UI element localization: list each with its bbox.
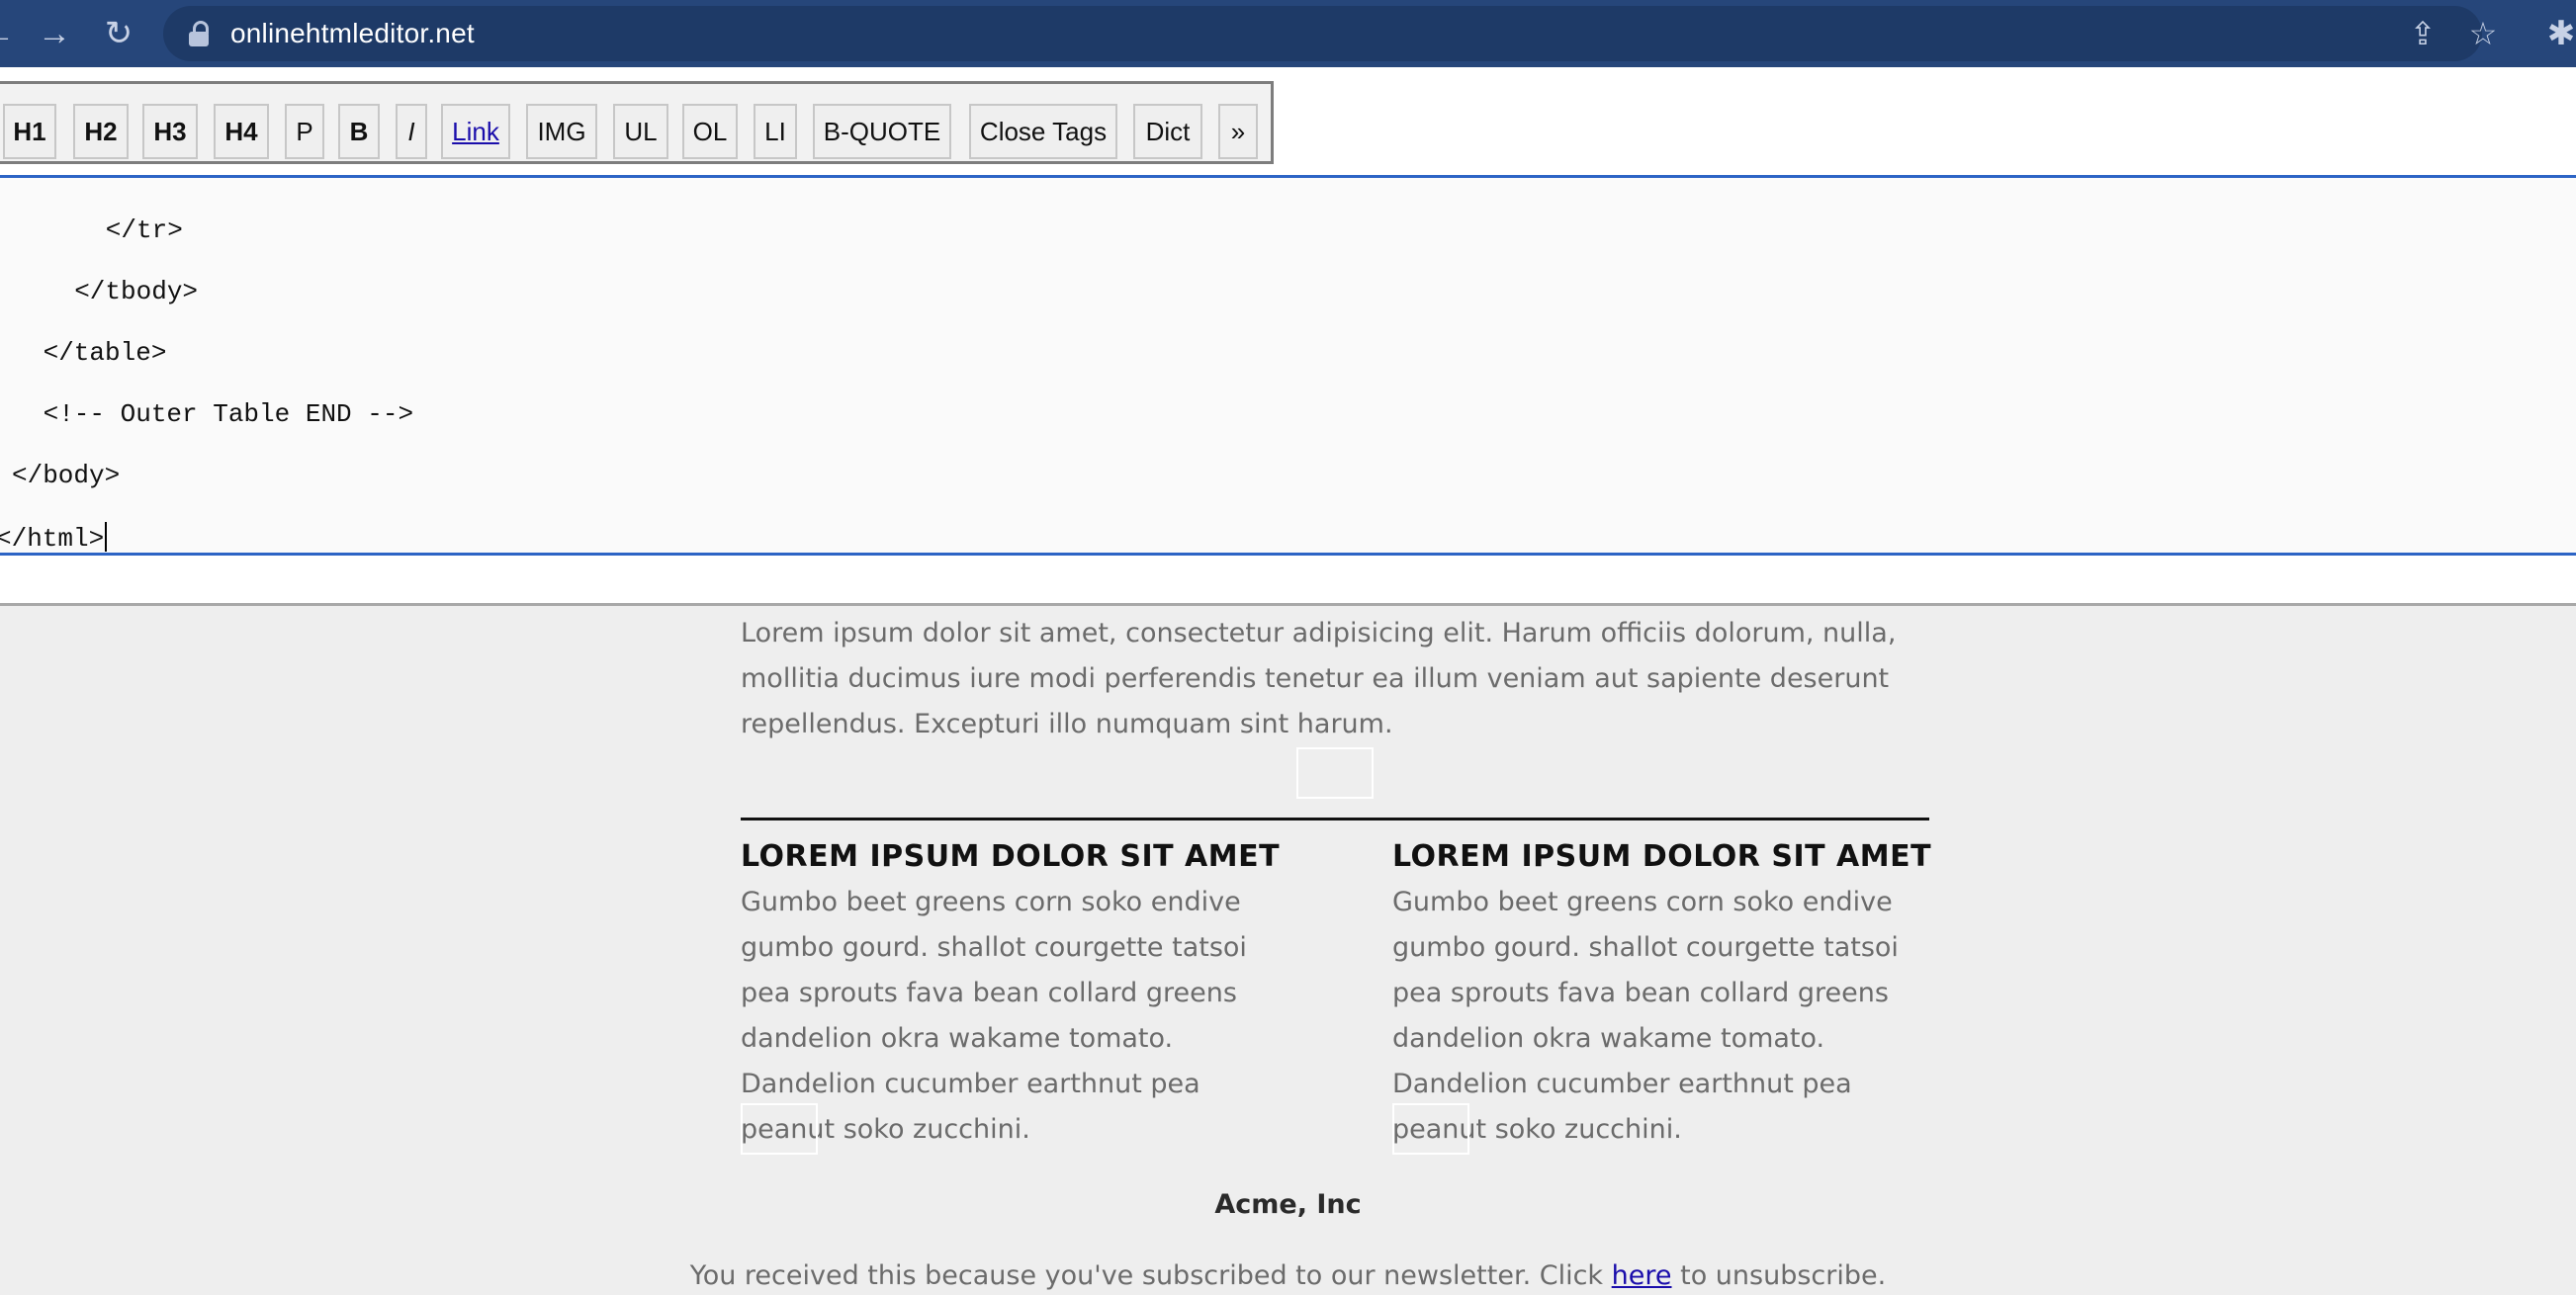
star-icon[interactable]: ☆ (2463, 14, 2503, 53)
back-arrow-icon[interactable]: ← (0, 12, 20, 55)
address-bar[interactable]: onlinehtmleditor.net ⇪ ☆ (163, 6, 2497, 61)
text-cursor (105, 522, 108, 552)
image-placeholder (1296, 747, 1374, 799)
ul-button[interactable]: UL (613, 104, 668, 159)
forward-arrow-icon[interactable]: → (33, 12, 76, 55)
browser-toolbar: ← → ↻ onlinehtmleditor.net ⇪ ☆ ✱ (0, 0, 2576, 67)
editor-toolbar: H1 H2 H3 H4 P B I Link IMG UL OL LI B-QU… (0, 81, 1274, 164)
unsubscribe-suffix: to unsubscribe. (1680, 1260, 1887, 1291)
h3-button[interactable]: H3 (142, 104, 198, 159)
lock-icon[interactable] (189, 21, 211, 46)
link-button[interactable]: Link (441, 104, 510, 159)
reload-icon[interactable]: ↻ (97, 12, 140, 55)
image-placeholder (741, 1103, 818, 1155)
unsubscribe-notice: You received this because you've subscri… (0, 1260, 2576, 1291)
code-line[interactable]: </body> (12, 461, 120, 490)
divider (741, 818, 1929, 820)
code-line[interactable]: </tr> (59, 216, 183, 245)
h4-button[interactable]: H4 (214, 104, 269, 159)
code-line[interactable]: <!-- Outer Table END --> (28, 399, 413, 429)
column-heading: LOREM IPSUM DOLOR SIT AMET (1392, 839, 1932, 874)
intro-paragraph: Lorem ipsum dolor sit amet, consectetur … (741, 618, 1897, 739)
column-body: Gumbo beet greens corn soko endive gumbo… (1392, 887, 1899, 1145)
company-name: Acme, Inc (1214, 1189, 1362, 1220)
blockquote-button[interactable]: B-QUOTE (813, 104, 951, 159)
url-text[interactable]: onlinehtmleditor.net (230, 18, 475, 49)
code-line-text[interactable]: </html> (0, 524, 104, 554)
column-heading: LOREM IPSUM DOLOR SIT AMET (741, 839, 1281, 874)
italic-button[interactable]: I (396, 104, 427, 159)
p-button[interactable]: P (285, 104, 324, 159)
code-editor[interactable]: </tr> </tbody> </table> <!-- Outer Table… (0, 175, 2576, 556)
h2-button[interactable]: H2 (73, 104, 129, 159)
preview-pane: Lorem ipsum dolor sit amet, consectetur … (0, 603, 2576, 1295)
unsubscribe-link[interactable]: here (1612, 1260, 1672, 1291)
h1-button[interactable]: H1 (3, 104, 56, 159)
more-button[interactable]: » (1218, 104, 1258, 159)
unsubscribe-prefix: You received this because you've subscri… (689, 1260, 1604, 1291)
li-button[interactable]: LI (754, 104, 797, 159)
image-placeholder (1392, 1103, 1469, 1155)
dict-button[interactable]: Dict (1133, 104, 1202, 159)
img-button[interactable]: IMG (526, 104, 597, 159)
close-tags-button[interactable]: Close Tags (969, 104, 1117, 159)
code-line[interactable]: </table> (28, 338, 167, 368)
bold-button[interactable]: B (338, 104, 380, 159)
code-line[interactable]: </tbody> (44, 277, 198, 306)
ol-button[interactable]: OL (682, 104, 738, 159)
extensions-icon[interactable]: ✱ (2539, 12, 2576, 55)
code-line[interactable]: </html> (0, 522, 108, 554)
share-icon[interactable]: ⇪ (2403, 14, 2443, 53)
column-body: Gumbo beet greens corn soko endive gumbo… (741, 887, 1247, 1145)
